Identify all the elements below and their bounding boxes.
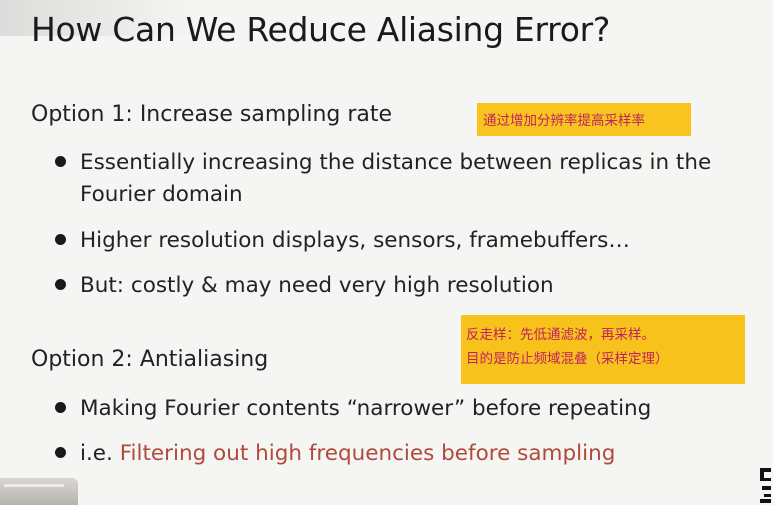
slide-title: How Can We Reduce Aliasing Error?	[31, 10, 611, 49]
annotation-note-2: 反走样：先低通滤波，再采样。 目的是防止频域混叠（采样定理）	[461, 315, 745, 384]
annotation-note-1: 通过增加分辨率提高采样率	[477, 103, 691, 136]
bullet-text: i.e. Filtering out high frequencies befo…	[80, 438, 755, 470]
option1-heading: Option 1: Increase sampling rate	[31, 102, 393, 127]
option1-bullet-2: Higher resolution displays, sensors, fra…	[55, 225, 755, 257]
bullet-dot	[55, 447, 66, 458]
annotation-note-2-line-1: 反走样：先低通滤波，再采样。	[466, 327, 655, 343]
bullet-text-continued: Fourier domain	[80, 182, 243, 207]
option2-heading: Option 2: Antialiasing	[31, 347, 269, 372]
bullet-text: Making Fourier contents “narrower” befor…	[80, 396, 652, 421]
option1-bullet-3: But: costly & may need very high resolut…	[55, 270, 755, 302]
qr-code-fragment	[760, 468, 773, 505]
option2-bullet-1: Making Fourier contents “narrower” befor…	[55, 393, 755, 425]
slide: How Can We Reduce Aliasing Error? Option…	[0, 0, 773, 505]
option1-bullet-1: Essentially increasing the distance betw…	[55, 147, 755, 211]
webcam-edge	[0, 478, 78, 505]
bullet-dot	[55, 234, 66, 245]
highlighted-text: Filtering out high frequencies before sa…	[119, 441, 616, 466]
bullet-text: Essentially increasing the distance betw…	[80, 150, 712, 175]
bullet-text: But: costly & may need very high resolut…	[80, 273, 554, 298]
bullet-prefix: i.e.	[80, 441, 120, 466]
option2-bullet-2: i.e. Filtering out high frequencies befo…	[55, 438, 755, 470]
annotation-note-2-line-2: 目的是防止频域混叠（采样定理）	[466, 351, 669, 367]
bullet-dot	[55, 402, 66, 413]
bullet-dot	[55, 156, 66, 167]
bullet-dot	[55, 279, 66, 290]
bullet-text: Higher resolution displays, sensors, fra…	[80, 228, 630, 253]
